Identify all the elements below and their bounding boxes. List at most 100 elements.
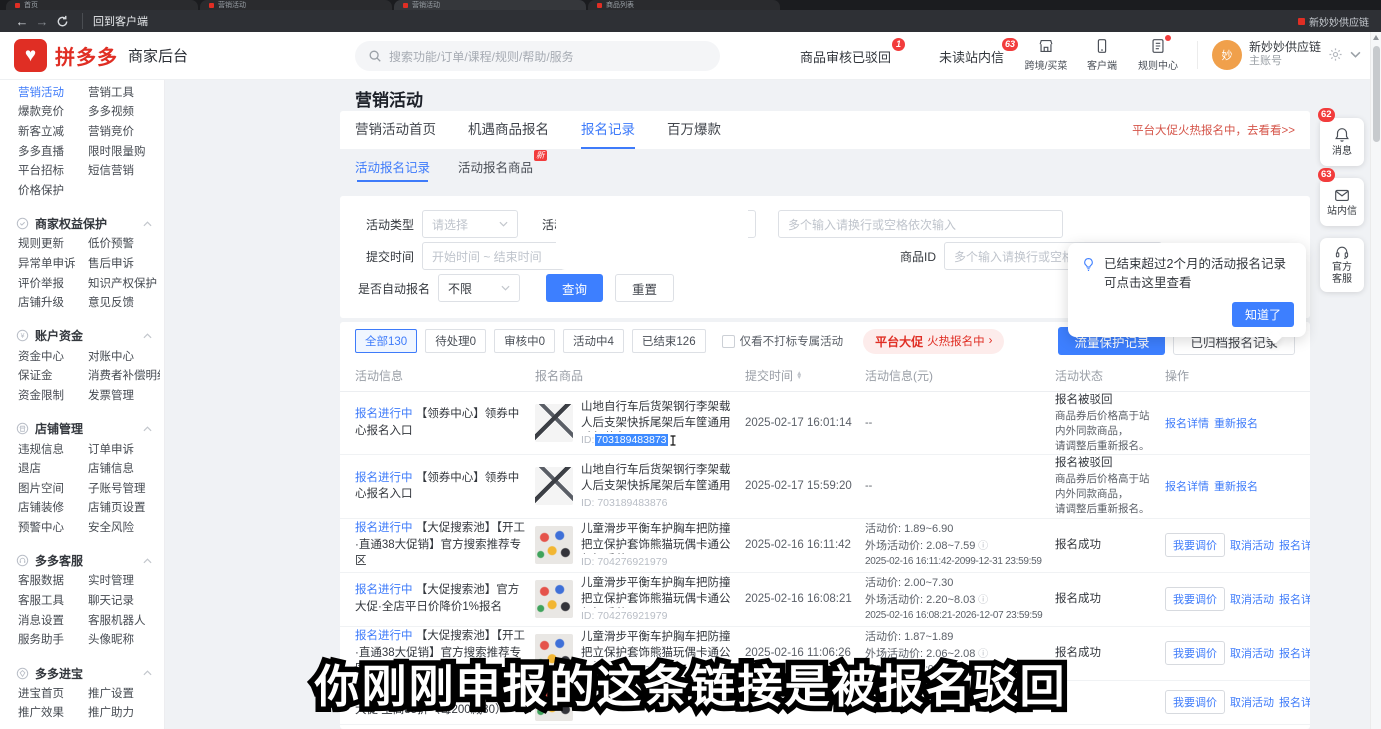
sub-tab-0[interactable]: 活动报名记录: [355, 157, 430, 182]
browser-tab-2[interactable]: 营销活动: [394, 0, 586, 10]
sidebar-item[interactable]: 短信营销: [88, 162, 160, 178]
op-link[interactable]: 重新报名: [1214, 415, 1258, 431]
main-tab-3[interactable]: 百万爆款: [667, 111, 721, 149]
sidebar-item[interactable]: 营销活动: [18, 84, 88, 100]
sidebar-group-header[interactable]: ¥账户资金: [0, 326, 164, 346]
op-link[interactable]: 取消活动: [1230, 591, 1274, 607]
back-icon[interactable]: ←: [12, 14, 32, 29]
sort-icon[interactable]: ▲▼: [796, 372, 802, 380]
sidebar-item[interactable]: 售后申诉: [88, 255, 160, 271]
adjust-price-button[interactable]: 我要调价: [1165, 587, 1225, 611]
sidebar-item[interactable]: 聊天记录: [88, 592, 160, 608]
browser-tab-0[interactable]: 首页: [6, 0, 198, 10]
status-chip-1[interactable]: 待处理0: [425, 329, 486, 353]
op-link[interactable]: 报名详情: [1279, 591, 1310, 607]
op-link[interactable]: 报名详情: [1165, 415, 1209, 431]
sidebar-item[interactable]: 对账中心: [88, 348, 160, 364]
sidebar-item[interactable]: 异常单申诉: [18, 255, 88, 271]
crossborder-link[interactable]: 跨境/买菜: [1021, 37, 1071, 72]
account-menu[interactable]: 妙 新妙妙供应链 主账号: [1212, 40, 1361, 70]
sidebar-group-header[interactable]: 多多进宝: [0, 663, 164, 683]
scroll-up-arrow-icon[interactable]: [1373, 35, 1379, 40]
sidebar-item[interactable]: 推广效果: [18, 704, 88, 720]
sidebar-item[interactable]: 多多直播: [18, 143, 88, 159]
browser-tab-1[interactable]: 营销活动: [200, 0, 392, 10]
sidebar-item[interactable]: 头像昵称: [88, 631, 160, 647]
messages-entry[interactable]: 消息62: [1320, 118, 1364, 166]
op-link[interactable]: 报名详情: [1279, 694, 1310, 710]
info-icon[interactable]: ⓘ: [975, 649, 988, 660]
activity-type-select[interactable]: 请选择: [422, 210, 518, 238]
sidebar-item[interactable]: 实时管理: [88, 572, 160, 588]
sidebar-item[interactable]: 保证金: [18, 367, 88, 383]
forward-icon[interactable]: →: [32, 14, 52, 29]
sidebar-item[interactable]: 平台招标: [18, 162, 88, 178]
sidebar-item[interactable]: 爆款竞价: [18, 103, 88, 119]
official-service-entry[interactable]: 官方客服: [1320, 238, 1364, 292]
sidebar-item[interactable]: 消费者补偿明细: [88, 367, 160, 383]
sidebar-item[interactable]: 预警中心: [18, 519, 88, 535]
sidebar-item[interactable]: 安全风险: [88, 519, 160, 535]
status-chip-2[interactable]: 审核中0: [494, 329, 555, 353]
adjust-price-button[interactable]: 我要调价: [1165, 533, 1225, 557]
sidebar-item[interactable]: 违规信息: [18, 441, 88, 457]
info-icon[interactable]: ⓘ: [975, 541, 988, 552]
sidebar-item[interactable]: 图片空间: [18, 480, 88, 496]
op-link[interactable]: 取消活动: [1230, 537, 1274, 553]
browser-tab-3[interactable]: 商品列表: [588, 0, 780, 10]
multi-id-input[interactable]: 多个输入请换行或空格依次输入: [778, 210, 1063, 238]
op-link[interactable]: 重新报名: [1214, 478, 1258, 494]
reset-button[interactable]: 重置: [615, 274, 674, 302]
sidebar-item[interactable]: 店铺升级: [18, 294, 88, 310]
gear-icon[interactable]: [1328, 47, 1343, 62]
status-chip-0[interactable]: 全部130: [355, 329, 417, 353]
client-app-link[interactable]: 客户端: [1077, 37, 1127, 72]
sidebar-item[interactable]: 推广设置: [88, 685, 160, 701]
global-search-input[interactable]: 搜索功能/订单/课程/规则/帮助/服务: [355, 41, 720, 71]
sidebar-item[interactable]: 规则更新: [18, 235, 88, 251]
op-link[interactable]: 报名详情: [1279, 645, 1310, 661]
sidebar-item[interactable]: 客服机器人: [88, 612, 160, 628]
sub-tab-1[interactable]: 活动报名商品新: [458, 157, 533, 182]
status-chip-4[interactable]: 已结束126: [632, 329, 706, 353]
sidebar-item[interactable]: 客服工具: [18, 592, 88, 608]
sidebar-item[interactable]: 客服数据: [18, 572, 88, 588]
browser-url-text[interactable]: 回到客户端: [82, 13, 148, 29]
promo-banner-link[interactable]: 平台大促火热报名中，去看看>>: [1132, 122, 1295, 138]
sidebar-item[interactable]: 订单申诉: [88, 441, 160, 457]
sidebar-item[interactable]: 资金限制: [18, 387, 88, 403]
sidebar-group-header[interactable]: 多多客服: [0, 551, 164, 571]
product-id-selected[interactable]: 703189483873: [595, 434, 667, 446]
info-icon[interactable]: ⓘ: [975, 595, 988, 606]
sidebar-item[interactable]: 限时限量购: [88, 143, 160, 159]
only-unmarked-checkbox[interactable]: 仅看不打标专属活动: [722, 333, 844, 349]
sidebar-item[interactable]: 子账号管理: [88, 480, 160, 496]
sidebar-item[interactable]: 多多视频: [88, 103, 160, 119]
adjust-price-button[interactable]: 我要调价: [1165, 641, 1225, 665]
sidebar-item[interactable]: 评价举报: [18, 275, 88, 291]
site-mail-entry[interactable]: 站内信63: [1320, 178, 1364, 226]
chevron-down-icon[interactable]: [1350, 51, 1361, 58]
sidebar-item[interactable]: 新客立减: [18, 123, 88, 139]
sidebar-item[interactable]: 进宝首页: [18, 685, 88, 701]
op-link[interactable]: 报名详情: [1165, 478, 1209, 494]
got-it-button[interactable]: 知道了: [1232, 302, 1294, 327]
sidebar-item[interactable]: 价格保护: [18, 182, 88, 198]
sidebar-group-header[interactable]: 商家权益保护: [0, 214, 164, 234]
sidebar-item[interactable]: 知识产权保护: [88, 275, 160, 291]
sidebar-item[interactable]: 意见反馈: [88, 294, 160, 310]
promo-pill[interactable]: 平台大促火热报名中›: [863, 329, 1004, 354]
scrollbar-thumb[interactable]: [1373, 46, 1380, 142]
page-scrollbar[interactable]: [1370, 32, 1381, 729]
op-link[interactable]: 报名详情: [1279, 537, 1310, 553]
review-rejected-link[interactable]: 商品审核已驳回1: [800, 47, 891, 66]
browser-profile[interactable]: 新妙妙供应链: [1298, 14, 1369, 29]
status-chip-3[interactable]: 活动中4: [563, 329, 624, 353]
sidebar-item[interactable]: 营销竞价: [88, 123, 160, 139]
sidebar-item[interactable]: 推广助力: [88, 704, 160, 720]
sidebar-item[interactable]: 低价预警: [88, 235, 160, 251]
sidebar-item[interactable]: 服务助手: [18, 631, 88, 647]
sidebar-item[interactable]: 消息设置: [18, 612, 88, 628]
auto-signup-select[interactable]: 不限: [438, 274, 520, 302]
sidebar-item[interactable]: 退店: [18, 460, 88, 476]
